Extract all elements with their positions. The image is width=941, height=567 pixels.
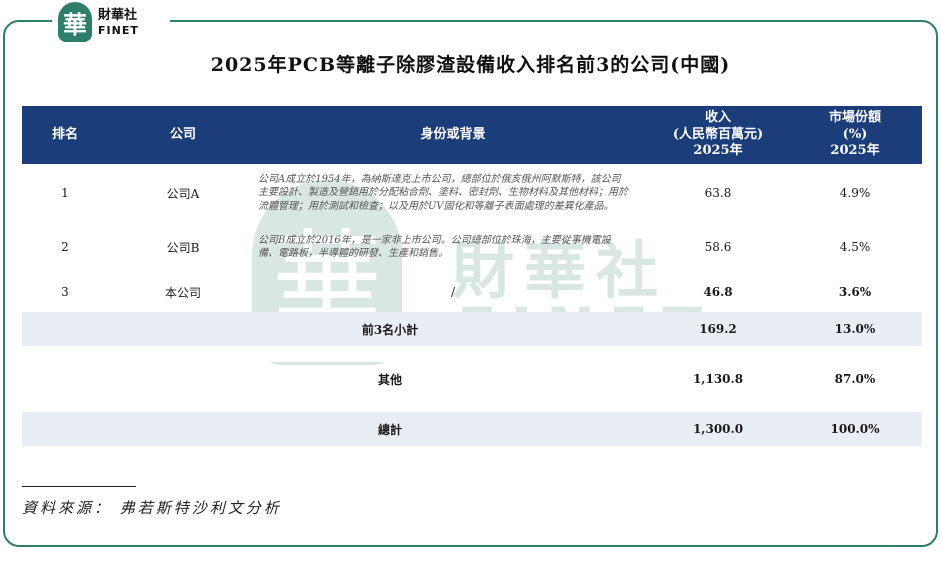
cell-background: / <box>450 285 456 299</box>
cell-share: 3.6% <box>838 285 872 299</box>
cell-background: 公司A成立於1954年，為納斯達克上市公司，總部位於俄亥俄州阿默斯特，該公司主要… <box>258 173 628 212</box>
summary-revenue: 169.2 <box>648 312 788 346</box>
header-rank: 排名 <box>22 106 108 164</box>
ranking-table: 排名 公司 身份或背景 收入 (人民幣百萬元) 2025年 市場份額 (%) 2… <box>22 106 922 446</box>
cell-share: 4.5% <box>839 240 871 254</box>
cell-rank: 1 <box>61 186 69 200</box>
brand-name-en: FINET <box>98 23 139 37</box>
table-row: 1 公司A 公司A成立於1954年，為納斯達克上市公司，總部位於俄亥俄州阿默斯特… <box>22 164 922 222</box>
table-row: 3 本公司 / 46.8 3.6% <box>22 272 922 312</box>
table-header-row: 排名 公司 身份或背景 收入 (人民幣百萬元) 2025年 市場份額 (%) 2… <box>22 106 922 164</box>
brand-seal: 華 <box>58 2 92 42</box>
cell-company: 公司B <box>166 240 200 255</box>
header-company: 公司 <box>108 106 258 164</box>
page-title: 2025年PCB等離子除膠渣設備收入排名前3的公司(中國) <box>210 54 731 76</box>
header-share-line1: 市場份額 <box>828 109 881 125</box>
summary-label: 前3名小計 <box>22 312 648 346</box>
header-revenue: 收入 (人民幣百萬元) 2025年 <box>648 106 788 164</box>
cell-share: 4.9% <box>839 186 871 200</box>
header-revenue-line2: (人民幣百萬元) <box>672 126 764 142</box>
header-revenue-line3: 2025年 <box>693 143 743 159</box>
cell-rank: 2 <box>61 240 69 254</box>
spacer-row <box>22 346 922 362</box>
summary-label-text: 總計 <box>377 422 402 437</box>
summary-share: 13.0% <box>788 312 922 346</box>
summary-revenue: 1,130.8 <box>692 372 744 386</box>
header-share: 市場份額 (%) 2025年 <box>788 106 922 164</box>
summary-label-text: 前3名小計 <box>361 322 419 337</box>
table-row: 2 公司B 公司B成立於2016年，是一家非上市公司。公司總部位於珠海，主要從事… <box>22 222 922 272</box>
header-share-line3: 2025年 <box>830 143 880 159</box>
summary-share: 100.0% <box>788 412 922 446</box>
cell-revenue: 63.8 <box>704 186 732 200</box>
cell-company: 公司A <box>166 186 200 201</box>
summary-label-text: 其他 <box>377 372 402 387</box>
summary-row-top3: 前3名小計 169.2 13.0% <box>22 312 922 346</box>
source-note: 資料來源： 弗若斯特沙利文分析 <box>22 499 282 517</box>
summary-share: 87.0% <box>834 372 876 386</box>
header-share-line2: (%) <box>842 126 868 142</box>
brand-logo: 華 財華社 FINET <box>52 0 170 44</box>
header-revenue-line1: 收入 <box>704 109 731 125</box>
summary-row-others: 其他 1,130.8 87.0% <box>22 362 922 396</box>
header-background: 身份或背景 <box>258 106 648 164</box>
summary-label: 總計 <box>22 412 648 446</box>
footnote-divider <box>22 486 136 487</box>
cell-revenue: 58.6 <box>704 240 732 254</box>
summary-revenue: 1,300.0 <box>648 412 788 446</box>
brand-name-cn: 財華社 <box>98 7 138 23</box>
spacer-row <box>22 396 922 412</box>
summary-label: 其他 <box>22 362 648 396</box>
cell-rank: 3 <box>61 285 69 299</box>
summary-row-total: 總計 1,300.0 100.0% <box>22 412 922 446</box>
cell-revenue: 46.8 <box>703 285 733 299</box>
cell-background: 公司B成立於2016年，是一家非上市公司。公司總部位於珠海，主要從事機電設備、電… <box>258 234 611 260</box>
cell-company: 本公司 <box>164 285 201 300</box>
